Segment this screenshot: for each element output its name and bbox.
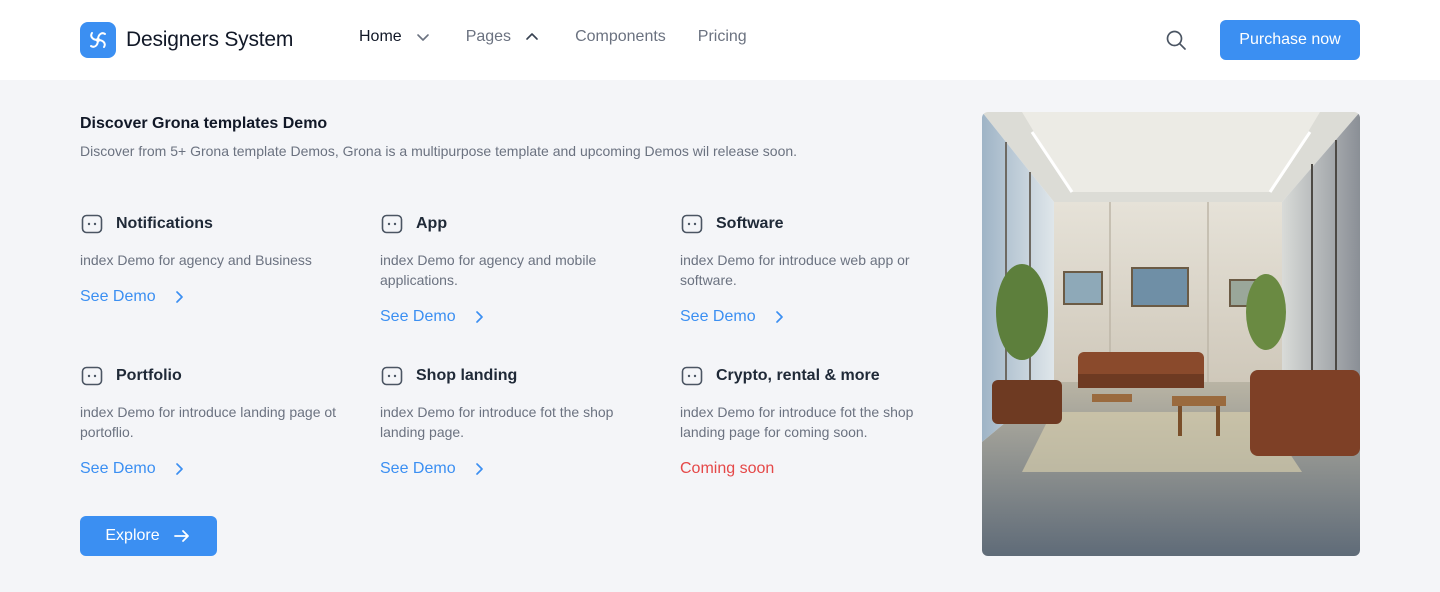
menu-description: Discover from 5+ Grona template Demos, G… <box>80 143 798 159</box>
card-description: index Demo for introduce fot the shop la… <box>380 404 614 440</box>
demo-card-portfolio: Portfolio index Demo for introduce landi… <box>80 364 360 478</box>
see-demo-label: See Demo <box>80 288 156 305</box>
chevron-right-icon <box>472 310 486 324</box>
chat-bubble-icon <box>680 364 704 388</box>
demo-card-shop-landing: Shop landing index Demo for introduce fo… <box>380 364 660 478</box>
card-title: App <box>416 215 448 232</box>
see-demo-label: See Demo <box>380 460 456 477</box>
nav-pages[interactable]: Pages <box>466 28 539 46</box>
chevron-right-icon <box>772 310 786 324</box>
chat-bubble-icon <box>680 212 704 236</box>
see-demo-link[interactable]: See Demo <box>80 288 360 306</box>
nav-pricing-label: Pricing <box>697 28 747 45</box>
coming-soon-label: Coming soon <box>680 460 775 477</box>
demo-card-software: Software index Demo for introduce web ap… <box>680 212 960 326</box>
office-lounge-image <box>982 112 1360 556</box>
demo-card-notifications: Notifications index Demo for agency and … <box>80 212 360 306</box>
card-title: Shop landing <box>416 367 518 384</box>
nav-home-label: Home <box>359 28 402 45</box>
chevron-down-icon <box>416 30 430 44</box>
nav-components-label: Components <box>575 28 666 45</box>
main-nav: Home Pages Components Pricing <box>359 28 747 46</box>
chevron-right-icon <box>472 462 486 476</box>
explore-label: Explore <box>105 527 160 544</box>
see-demo-label: See Demo <box>380 308 456 325</box>
top-navbar: Designers System Home Pages Components P… <box>0 0 1440 80</box>
chat-bubble-icon <box>380 212 404 236</box>
chevron-right-icon <box>172 290 186 304</box>
card-description: index Demo for introduce landing page ot… <box>80 404 337 440</box>
chevron-up-icon <box>525 30 539 44</box>
pages-dropdown-panel: Discover Grona templates Demo Discover f… <box>0 80 1440 592</box>
nav-pages-label: Pages <box>465 28 512 45</box>
menu-title: Discover Grona templates Demo <box>80 115 328 132</box>
search-icon[interactable] <box>1164 28 1188 52</box>
card-title: Notifications <box>116 215 213 232</box>
see-demo-link[interactable]: See Demo <box>380 460 660 478</box>
demo-card-crypto: Crypto, rental & more index Demo for int… <box>680 364 960 478</box>
brand-logo[interactable]: Designers System <box>80 22 293 58</box>
see-demo-label: See Demo <box>80 460 156 477</box>
arrow-right-icon <box>172 526 192 546</box>
nav-home[interactable]: Home <box>359 28 430 46</box>
card-description: index Demo for introduce web app or soft… <box>680 252 910 288</box>
card-description: index Demo for introduce fot the shop la… <box>680 404 914 440</box>
nav-components[interactable]: Components <box>575 28 666 46</box>
card-description: index Demo for agency and mobile applica… <box>380 252 597 288</box>
card-title: Software <box>716 215 784 232</box>
brand-name: Designers System <box>126 28 294 51</box>
chevron-right-icon <box>172 462 186 476</box>
explore-button[interactable]: Explore <box>80 516 217 556</box>
card-title: Crypto, rental & more <box>716 367 880 384</box>
card-description: index Demo for agency and Business <box>80 252 312 268</box>
purchase-now-button[interactable]: Purchase now <box>1220 20 1360 60</box>
chat-bubble-icon <box>80 364 104 388</box>
see-demo-link[interactable]: See Demo <box>80 460 360 478</box>
see-demo-link[interactable]: See Demo <box>680 308 960 326</box>
see-demo-link[interactable]: See Demo <box>380 308 660 326</box>
see-demo-label: See Demo <box>680 308 756 325</box>
logo-swirl-icon <box>80 22 116 58</box>
demo-card-app: App index Demo for agency and mobile app… <box>380 212 660 326</box>
card-title: Portfolio <box>116 367 182 384</box>
chat-bubble-icon <box>80 212 104 236</box>
nav-pricing[interactable]: Pricing <box>698 28 747 46</box>
chat-bubble-icon <box>380 364 404 388</box>
